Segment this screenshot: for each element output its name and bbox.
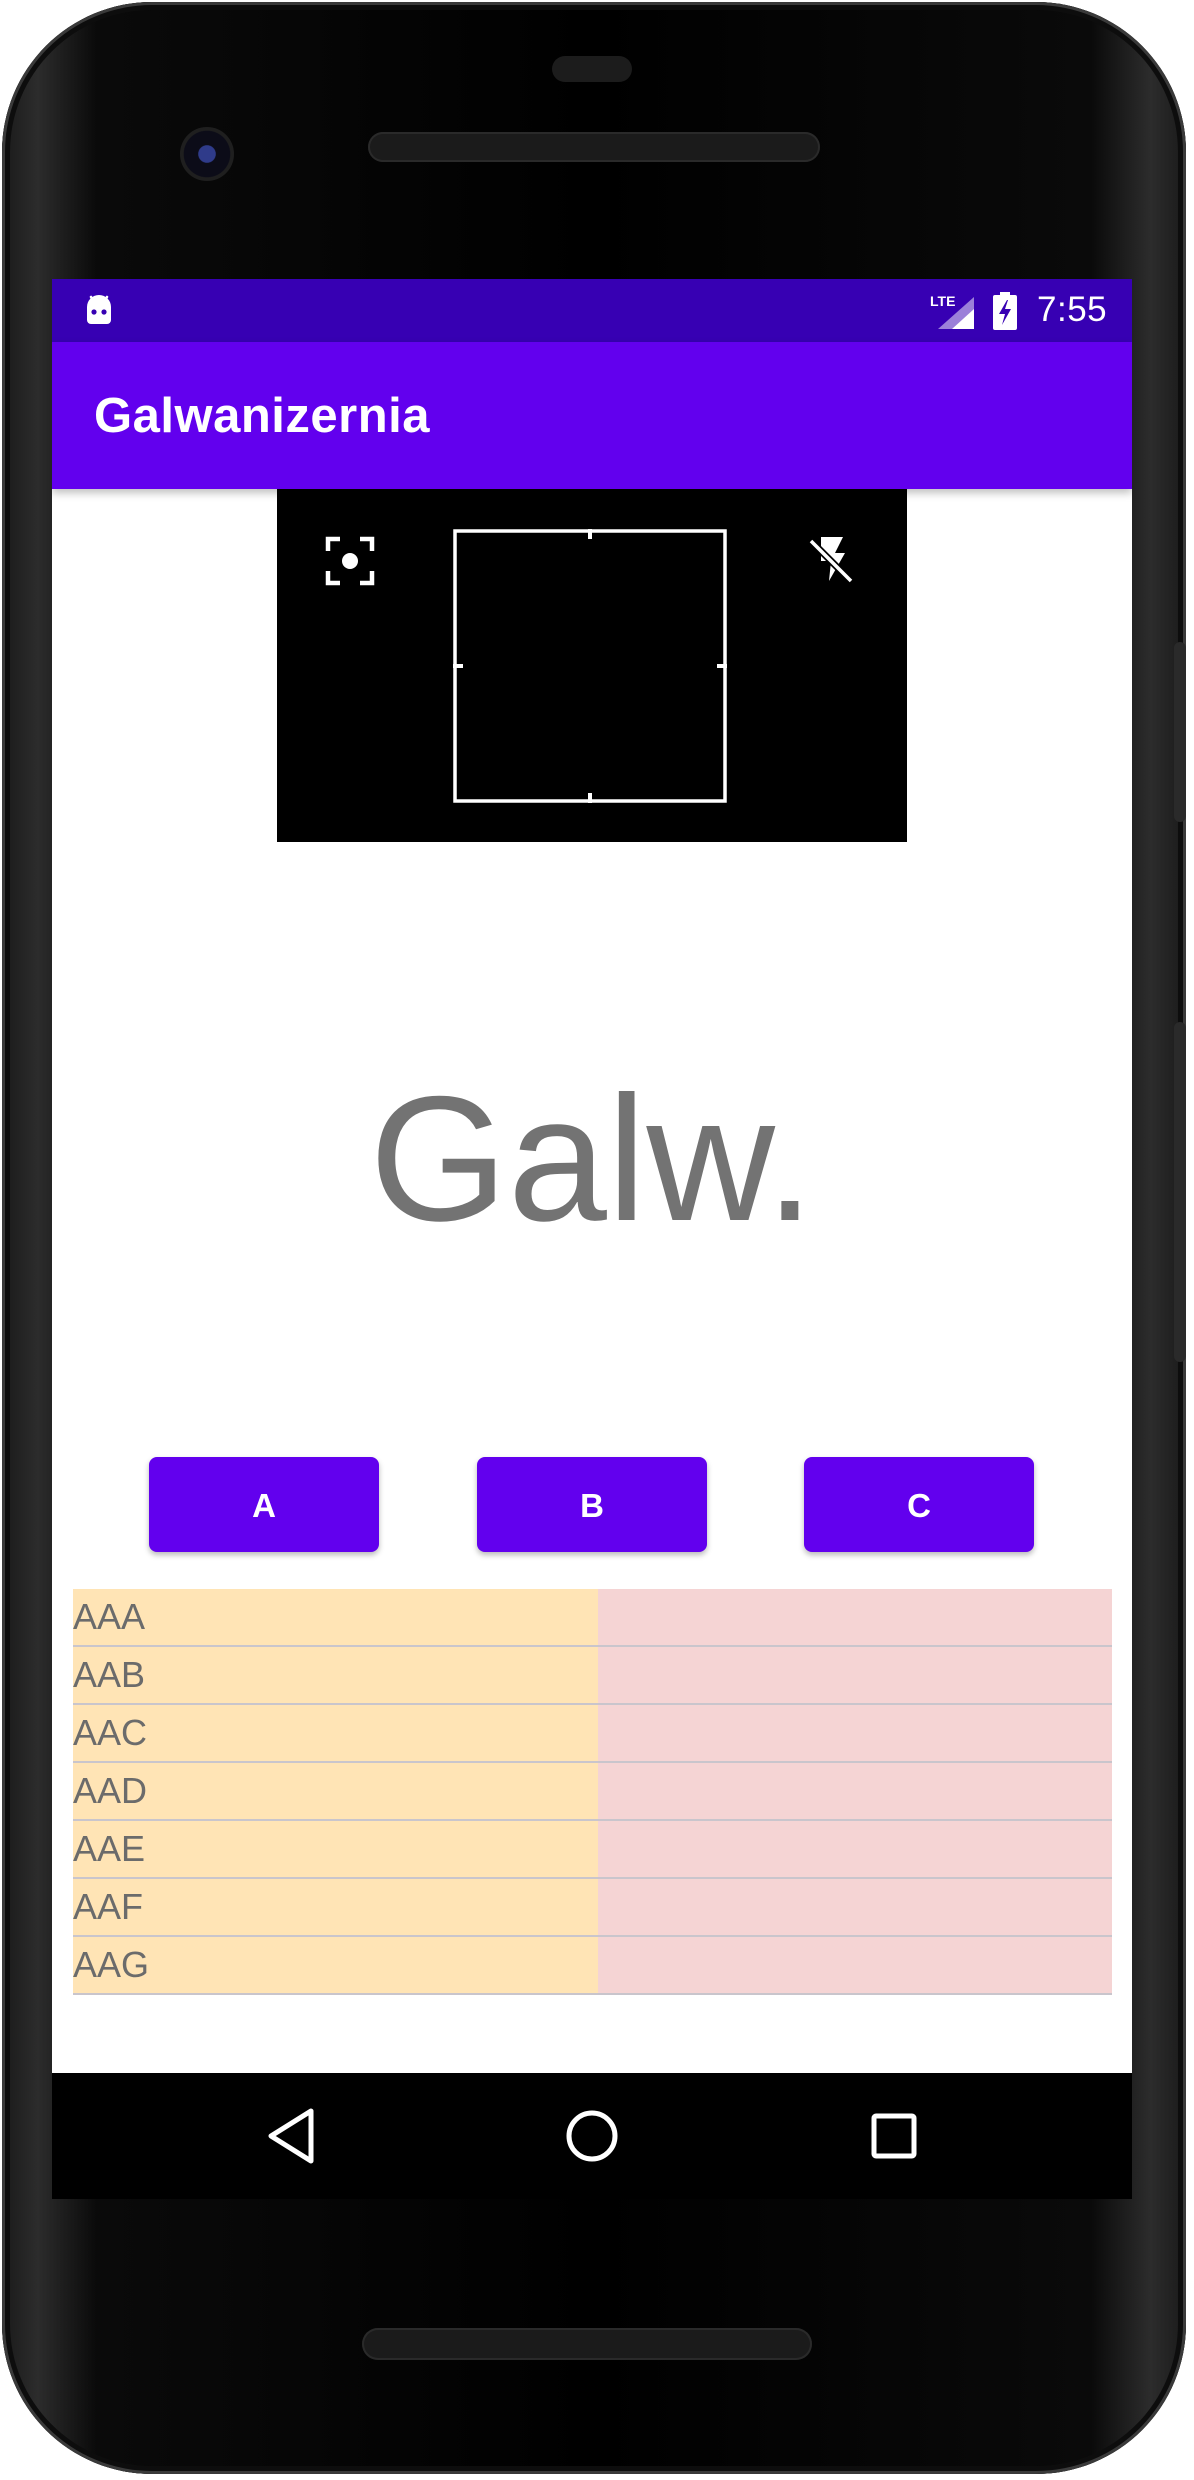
barcode-scanner-view[interactable] [277, 489, 907, 842]
table-row[interactable]: AAE [73, 1821, 1112, 1879]
c-button[interactable]: C [804, 1457, 1034, 1552]
scan-frame [453, 529, 727, 803]
table-cell-value [598, 1647, 1112, 1703]
table-cell-code: AAF [73, 1879, 598, 1935]
lte-signal-icon: LTE [930, 293, 974, 329]
bottom-speaker [362, 2328, 812, 2360]
screen: LTE 7:55 Galwanizernia Galw. A B C AAA A… [52, 279, 1132, 2073]
table-row[interactable]: AAG [73, 1937, 1112, 1995]
table-cell-code: AAD [73, 1763, 598, 1819]
table-row[interactable]: AAD [73, 1763, 1112, 1821]
table-cell-code: AAB [73, 1647, 598, 1703]
flash-off-icon[interactable] [805, 533, 859, 587]
power-button [1174, 642, 1186, 822]
results-table: AAA AAB AAC AAD AAE AAF AAG [73, 1589, 1112, 1995]
a-button[interactable]: A [149, 1457, 379, 1552]
earpiece-speaker [368, 132, 820, 162]
status-bar: LTE 7:55 [52, 279, 1132, 342]
table-cell-value [598, 1763, 1112, 1819]
table-cell-value [598, 1937, 1112, 1993]
app-bar: Galwanizernia [52, 342, 1132, 489]
table-cell-value [598, 1821, 1112, 1877]
table-cell-value [598, 1589, 1112, 1645]
table-row[interactable]: AAC [73, 1705, 1112, 1763]
navigation-bar [52, 2073, 1132, 2199]
table-cell-code: AAC [73, 1705, 598, 1761]
table-cell-value [598, 1879, 1112, 1935]
home-icon[interactable] [559, 2103, 625, 2169]
app-title: Galwanizernia [94, 389, 431, 443]
table-cell-code: AAE [73, 1821, 598, 1877]
device: LTE 7:55 Galwanizernia Galw. A B C AAA A… [0, 0, 1194, 2480]
android-debug-icon [87, 295, 111, 324]
table-row[interactable]: AAB [73, 1647, 1112, 1705]
table-row[interactable]: AAA [73, 1589, 1112, 1647]
front-camera [180, 127, 234, 181]
table-cell-value [598, 1705, 1112, 1761]
battery-charging-icon [993, 292, 1017, 330]
status-clock: 7:55 [1037, 290, 1108, 329]
scan-result-label: Galw. [369, 1059, 815, 1258]
b-button[interactable]: B [477, 1457, 707, 1552]
back-icon[interactable] [259, 2103, 325, 2169]
table-cell-code: AAA [73, 1589, 598, 1645]
recents-icon[interactable] [861, 2103, 927, 2169]
focus-icon[interactable] [324, 535, 376, 587]
table-cell-code: AAG [73, 1937, 598, 1993]
lte-text: LTE [930, 293, 955, 309]
table-row[interactable]: AAF [73, 1879, 1112, 1937]
volume-button [1174, 1022, 1186, 1362]
proximity-sensor [552, 56, 632, 82]
